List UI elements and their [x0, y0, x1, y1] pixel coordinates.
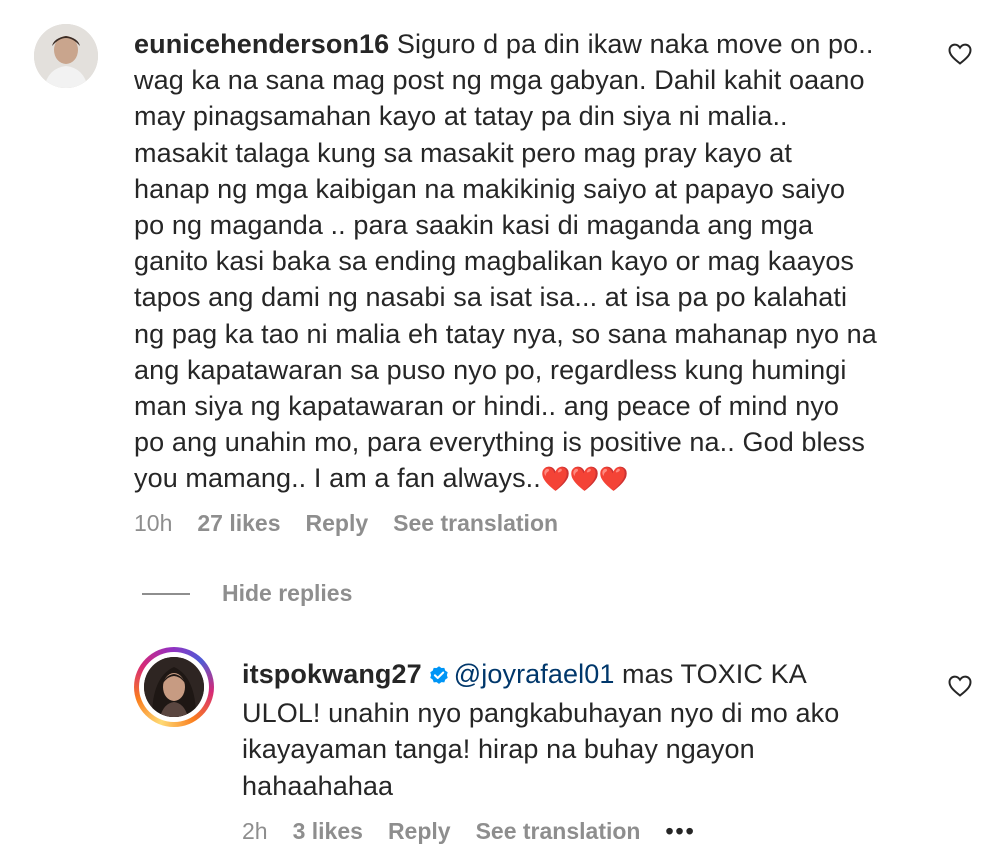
comment-time: 10h [134, 510, 173, 536]
comment-body: eunicehenderson16 Siguro d pa din ikaw n… [134, 26, 934, 499]
comment-line: po ang unahin mo, para everything is pos… [134, 427, 865, 458]
reply-body: itspokwang27 @joyrafael01 mas TOXIC KA UL… [242, 656, 882, 804]
reply-likes-count[interactable]: 3 likes [293, 818, 363, 845]
comment-line: you mamang.. I am a fan always.. [134, 463, 541, 494]
reply-button[interactable]: Reply [388, 818, 451, 845]
more-options-icon[interactable]: ••• [665, 818, 695, 845]
hide-replies-label: Hide replies [222, 580, 353, 606]
reply-username[interactable]: itspokwang27 [242, 659, 422, 689]
avatar-eunicehenderson16[interactable] [34, 24, 98, 88]
reply-line: hahaahahaa [242, 770, 394, 801]
replies-divider-line [142, 592, 190, 595]
mention-link[interactable]: @joyrafael01 [454, 659, 615, 689]
verified-badge-icon [428, 659, 450, 695]
comment-likes-count[interactable]: 27 likes [197, 510, 280, 537]
comment-meta: 10h 27 likes Reply See translation [134, 510, 583, 537]
comment-line: ganito kasi baka sa ending magbalikan ka… [134, 246, 855, 277]
reply-line: ULOL! unahin nyo pangkabuhayan nyo di mo… [242, 698, 840, 729]
comment-line: man siya ng kapatawaran or hindi.. ang p… [134, 391, 840, 422]
reply-line: mas TOXIC KA [614, 659, 807, 689]
reply-time: 2h [242, 818, 268, 844]
comment-username[interactable]: eunicehenderson16 [134, 29, 397, 59]
comment-line: Siguro d pa din ikaw naka move on po.. [396, 29, 874, 59]
avatar-photo [144, 657, 204, 717]
heart-emoji: ❤️❤️❤️ [540, 466, 629, 494]
reply-meta: 2h 3 likes Reply See translation ••• [242, 818, 721, 845]
comment-line: ang kapatawaran sa puso nyo po, regardle… [134, 354, 847, 385]
hide-replies-button[interactable]: Hide replies [142, 580, 352, 607]
comment-line: masakit talaga kung sa masakit pero mag … [134, 137, 793, 168]
comment-line: tapos ang dami ng nasabi sa isat isa... … [134, 282, 848, 313]
avatar-ring-gap [139, 652, 209, 722]
like-reply-heart-icon[interactable] [946, 672, 974, 700]
reply-line: ikayayaman tanga! hirap na buhay ngayon [242, 734, 755, 765]
comment-line: wag ka na sana mag post ng mga gabyan. D… [134, 65, 865, 96]
comment-line: may pinagsamahan kayo at tatay pa din si… [134, 101, 788, 132]
like-comment-heart-icon[interactable] [946, 40, 974, 68]
reply-button[interactable]: Reply [306, 510, 369, 537]
see-translation-button[interactable]: See translation [476, 818, 641, 845]
avatar-itspokwang27-story-ring[interactable] [134, 647, 214, 727]
avatar-photo [34, 24, 98, 88]
comment-line: po ng maganda .. para saakin kasi di mag… [134, 210, 814, 241]
see-translation-button[interactable]: See translation [393, 510, 558, 537]
comment-line: ng pag ka tao ni malia eh tatay nya, so … [134, 318, 877, 349]
avatar-itspokwang27 [144, 657, 204, 717]
comment-line: hanap ng mga kaibigan na makikinig saiyo… [134, 173, 846, 204]
